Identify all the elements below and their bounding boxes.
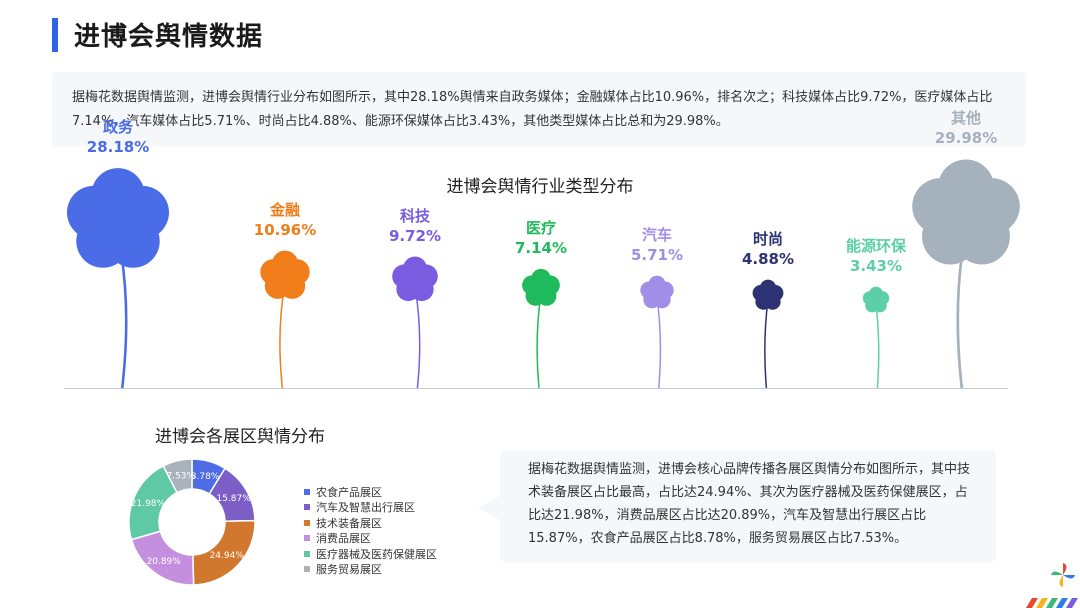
flower-value-4: 5.71% xyxy=(630,246,684,265)
flower-category-1: 金融 xyxy=(269,200,301,219)
donut-slice-label-0: 8.78% xyxy=(191,472,220,482)
flower-value-0: 28.18% xyxy=(86,137,150,156)
legend-label: 消费品展区 xyxy=(316,532,371,546)
donut-slice-label-2: 24.94% xyxy=(210,551,245,561)
legend-label: 农食产品展区 xyxy=(316,485,382,499)
flower-label-7: 其他 29.98% xyxy=(935,108,997,148)
flower-stem-4 xyxy=(656,297,662,389)
flower-value-7: 29.98% xyxy=(934,128,998,147)
donut-slice-label-5: 7.53% xyxy=(166,471,195,481)
callout-arrow xyxy=(478,496,500,520)
legend-item: 汽车及智慧出行展区 xyxy=(304,500,437,516)
flower-head-0 xyxy=(66,168,170,268)
flower-head-4 xyxy=(640,275,674,309)
flower-category-3: 医疗 xyxy=(525,219,557,238)
flower-category-6: 能源环保 xyxy=(845,237,907,256)
legend-swatch xyxy=(304,488,310,495)
flower-category-0: 政务 xyxy=(102,117,134,136)
flower-head-6 xyxy=(862,286,890,313)
flower-value-5: 4.88% xyxy=(741,250,795,269)
flower-value-6: 3.43% xyxy=(849,257,903,276)
flower-stem-5 xyxy=(764,300,769,389)
donut-slice-label-1: 15.87% xyxy=(216,494,251,504)
legend-swatch xyxy=(304,504,310,511)
legend-item: 消费品展区 xyxy=(304,531,437,547)
legend-swatch xyxy=(304,550,310,557)
flower-head-3 xyxy=(522,268,560,306)
donut-legend: 农食产品展区汽车及智慧出行展区 技术装备展区 消费品展区 医疗器械及医药保健展区 服务贸… xyxy=(304,484,437,577)
flower-label-0: 政务 28.18% xyxy=(87,117,149,157)
pinwheel-logo-icon xyxy=(1051,563,1075,587)
legend-swatch xyxy=(304,519,310,526)
flower-head-2 xyxy=(392,256,438,302)
chart2-title: 进博会各展区舆情分布 xyxy=(155,427,325,447)
donut-slice-label-3: 20.89% xyxy=(147,557,182,567)
industry-flower-chart xyxy=(66,159,1020,389)
flower-label-2: 科技 9.72% xyxy=(389,206,441,246)
legend-label: 技术装备展区 xyxy=(316,516,382,530)
flower-label-5: 时尚 4.88% xyxy=(742,229,794,269)
donut-slice-label-4: 21.98% xyxy=(131,499,166,509)
callout-text: 据梅花数据舆情监测，进博会核心品牌传播各展区舆情分布如图所示，其中技术装备展区占… xyxy=(528,462,971,546)
pavilion-donut-chart: 8.78% 15.87% 24.94% 20.89% 21.98% 7.53% xyxy=(128,458,256,586)
decorative-stripes xyxy=(1026,598,1078,608)
chart1-baseline xyxy=(64,388,1008,389)
flower-category-5: 时尚 xyxy=(752,230,784,249)
flower-category-4: 汽车 xyxy=(641,226,673,245)
flower-head-7 xyxy=(912,159,1020,265)
flower-stem-2 xyxy=(414,286,421,389)
flower-value-1: 10.96% xyxy=(253,220,317,239)
flower-value-2: 9.72% xyxy=(388,226,442,245)
flower-stem-1 xyxy=(279,283,286,389)
flower-stem-3 xyxy=(536,293,542,389)
flower-label-3: 医疗 7.14% xyxy=(515,218,567,258)
flower-head-5 xyxy=(752,279,784,310)
legend-item: 医疗器械及医药保健展区 xyxy=(304,546,437,562)
legend-item: 技术装备展区 xyxy=(304,515,437,531)
legend-label: 服务贸易展区 xyxy=(316,563,382,577)
legend-swatch xyxy=(304,535,310,542)
legend-item: 农食产品展区 xyxy=(304,484,437,500)
flower-head-1 xyxy=(260,250,310,299)
callout-box: 据梅花数据舆情监测，进博会核心品牌传播各展区舆情分布如图所示，其中技术装备展区占… xyxy=(500,450,996,562)
legend-swatch xyxy=(304,566,310,573)
flower-label-6: 能源环保 3.43% xyxy=(846,236,906,276)
flower-value-3: 7.14% xyxy=(514,239,568,258)
flower-category-2: 科技 xyxy=(399,206,431,225)
flower-stem-6 xyxy=(875,304,880,389)
flower-label-4: 汽车 5.71% xyxy=(631,225,683,265)
legend-item: 服务贸易展区 xyxy=(304,562,437,578)
legend-label: 医疗器械及医药保健展区 xyxy=(316,547,437,561)
flower-category-7: 其他 xyxy=(950,108,982,127)
legend-label: 汽车及智慧出行展区 xyxy=(316,501,415,515)
flower-label-1: 金融 10.96% xyxy=(254,200,316,240)
